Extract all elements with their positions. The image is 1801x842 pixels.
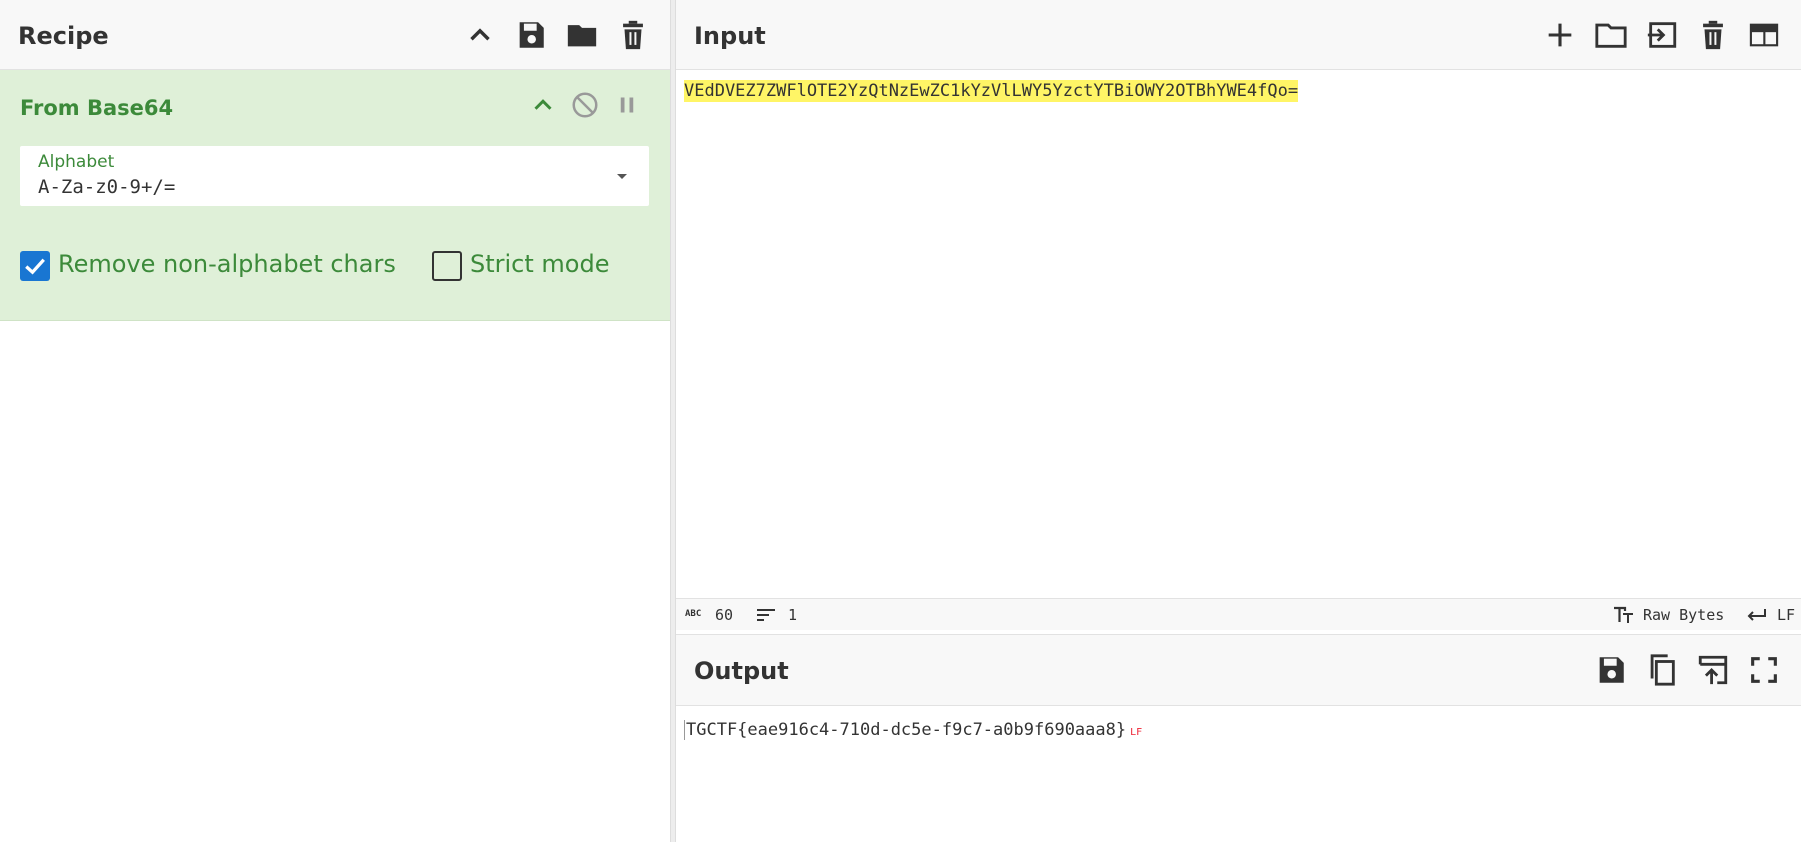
open-file-icon[interactable] <box>1645 18 1679 52</box>
dropdown-arrow-icon[interactable] <box>610 164 634 188</box>
copy-output-icon[interactable] <box>1645 653 1679 687</box>
alphabet-select[interactable]: Alphabet A-Za-z0-9+/= <box>20 146 649 206</box>
recipe-title: Recipe <box>18 22 109 50</box>
input-title: Input <box>694 22 766 50</box>
clear-input-icon[interactable] <box>1696 18 1730 52</box>
collapse-operation-icon[interactable] <box>528 90 558 120</box>
reset-layout-icon[interactable] <box>1747 18 1781 52</box>
output-text: TGCTF{eae916c4-710d-dc5e-f9c7-a0b9f690aa… <box>686 720 1127 740</box>
eol-label[interactable]: LF <box>1777 606 1795 624</box>
output-header: Output <box>676 634 1801 706</box>
pause-breakpoint-icon[interactable] <box>612 90 642 120</box>
output-textarea[interactable]: TGCTF{eae916c4-710d-dc5e-f9c7-a0b9f690aa… <box>684 720 1142 740</box>
line-count: 1 <box>788 606 798 624</box>
output-panel: Output TGCTF{eae916c4-710d-dc5e-f9c7-a0b… <box>676 630 1801 842</box>
save-recipe-icon[interactable] <box>514 18 548 52</box>
strict-mode-label[interactable]: Strict mode <box>470 250 609 278</box>
char-count-icon: ABC <box>685 609 702 619</box>
operation-card-from-base64: From Base64 Alphabet A-Za-z0-9+/= Remove… <box>0 70 670 321</box>
alphabet-label: Alphabet <box>38 152 115 172</box>
input-panel: Input VEdDVEZ7ZWFlOTE2YzQtNzEwZC1kYzVlLW… <box>676 0 1801 630</box>
output-title: Output <box>694 657 789 685</box>
disable-operation-icon[interactable] <box>570 90 600 120</box>
checkmark-icon <box>25 258 45 275</box>
recipe-header: Recipe <box>0 0 670 70</box>
open-folder-icon[interactable] <box>1594 18 1628 52</box>
operation-title: From Base64 <box>20 96 174 120</box>
maximize-output-icon[interactable] <box>1747 653 1781 687</box>
load-recipe-icon[interactable] <box>565 18 599 52</box>
remove-non-alphabet-checkbox[interactable] <box>20 251 50 281</box>
collapse-all-icon[interactable] <box>463 18 497 52</box>
line-count-icon <box>756 607 776 623</box>
input-status-bar: ABC 60 1 Raw Bytes LF <box>676 598 1801 630</box>
save-output-icon[interactable] <box>1594 653 1628 687</box>
eol-icon[interactable] <box>1745 606 1767 624</box>
text-encoding-icon[interactable] <box>1613 605 1635 625</box>
clear-recipe-icon[interactable] <box>616 18 650 52</box>
encoding-label[interactable]: Raw Bytes <box>1643 606 1724 624</box>
remove-non-alphabet-label[interactable]: Remove non-alphabet chars <box>58 250 396 278</box>
char-count: 60 <box>715 606 734 624</box>
alphabet-value: A-Za-z0-9+/= <box>38 176 176 198</box>
add-input-tab-icon[interactable] <box>1543 18 1577 52</box>
output-eol-marker: LF <box>1130 727 1143 738</box>
replace-input-with-output-icon[interactable] <box>1696 653 1730 687</box>
strict-mode-checkbox[interactable] <box>432 251 462 281</box>
input-textarea[interactable]: VEdDVEZ7ZWFlOTE2YzQtNzEwZC1kYzVlLWY5Yzct… <box>684 80 1299 102</box>
recipe-panel: Recipe From Base64 Alphabet A-Za-z0-9+/= <box>0 0 670 842</box>
input-header: Input <box>676 0 1801 70</box>
